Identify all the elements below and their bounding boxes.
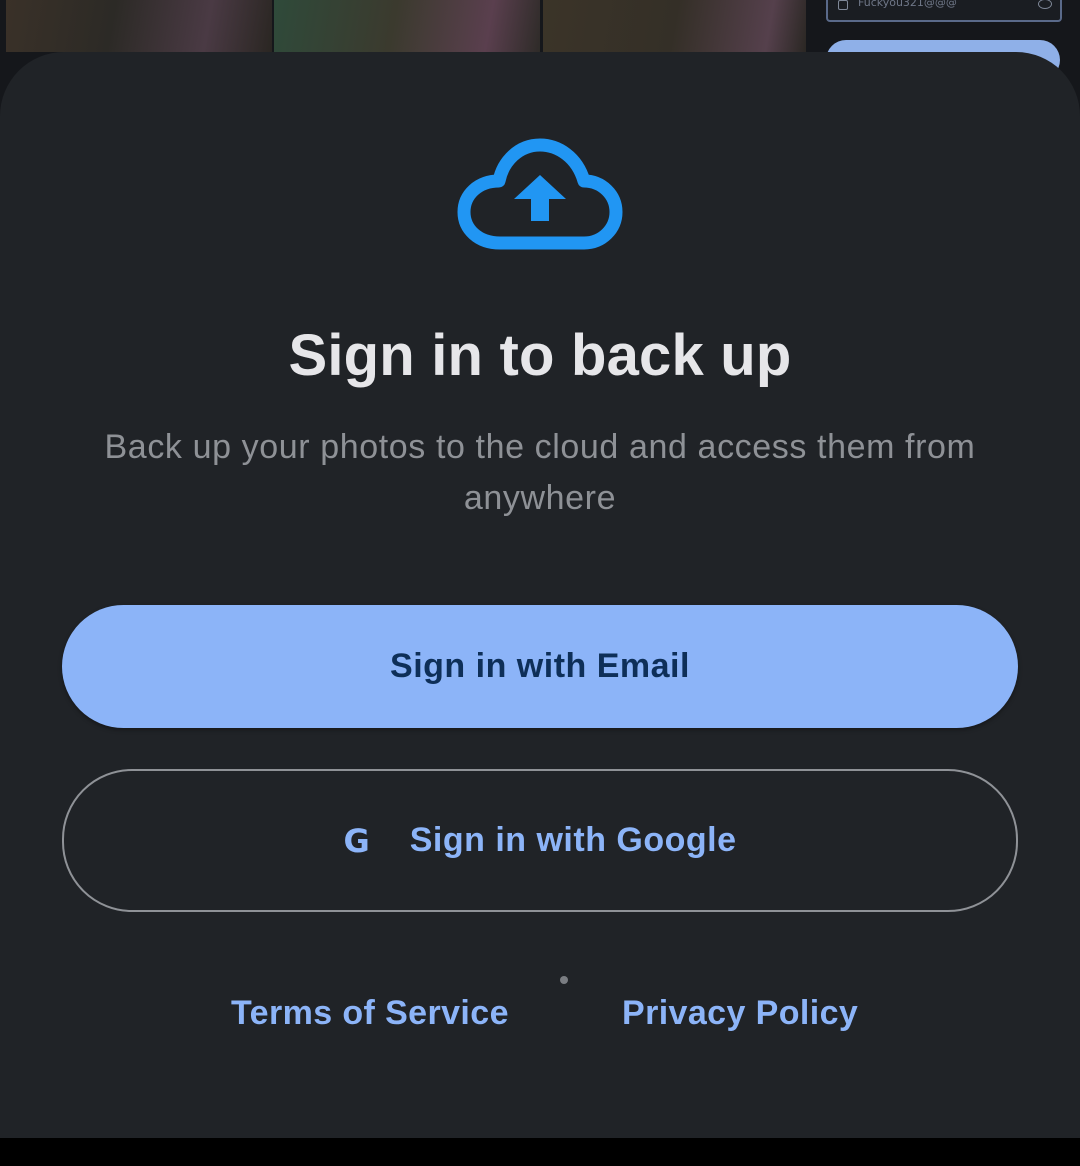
terms-of-service-link[interactable]: Terms of Service [231,994,509,1033]
sign-in-email-label: Sign in with Email [390,647,690,685]
sign-in-email-button[interactable]: Sign in with Email [62,605,1018,728]
sign-in-google-label: Sign in with Google [409,821,737,859]
lock-icon [838,0,848,10]
photo-thumbnail [6,0,272,52]
photo-thumbnail [274,0,540,52]
separator-dot [560,976,568,984]
privacy-policy-link[interactable]: Privacy Policy [622,994,858,1033]
subtitle-description: Back up your photos to the cloud and acc… [104,428,976,517]
sign-in-google-button[interactable]: G Sign in with Google [62,769,1018,912]
eye-off-icon [1038,0,1052,9]
page-title: Sign in to back up [288,323,792,388]
background-password-field: Fuckyou321@@@ [826,0,1062,22]
google-icon: G [343,821,370,860]
cloud-upload-icon [456,137,624,253]
background-field-text: Fuckyou321@@@ [858,0,957,9]
system-navigation-bar [0,1138,1080,1166]
photo-thumbnail [543,0,806,52]
